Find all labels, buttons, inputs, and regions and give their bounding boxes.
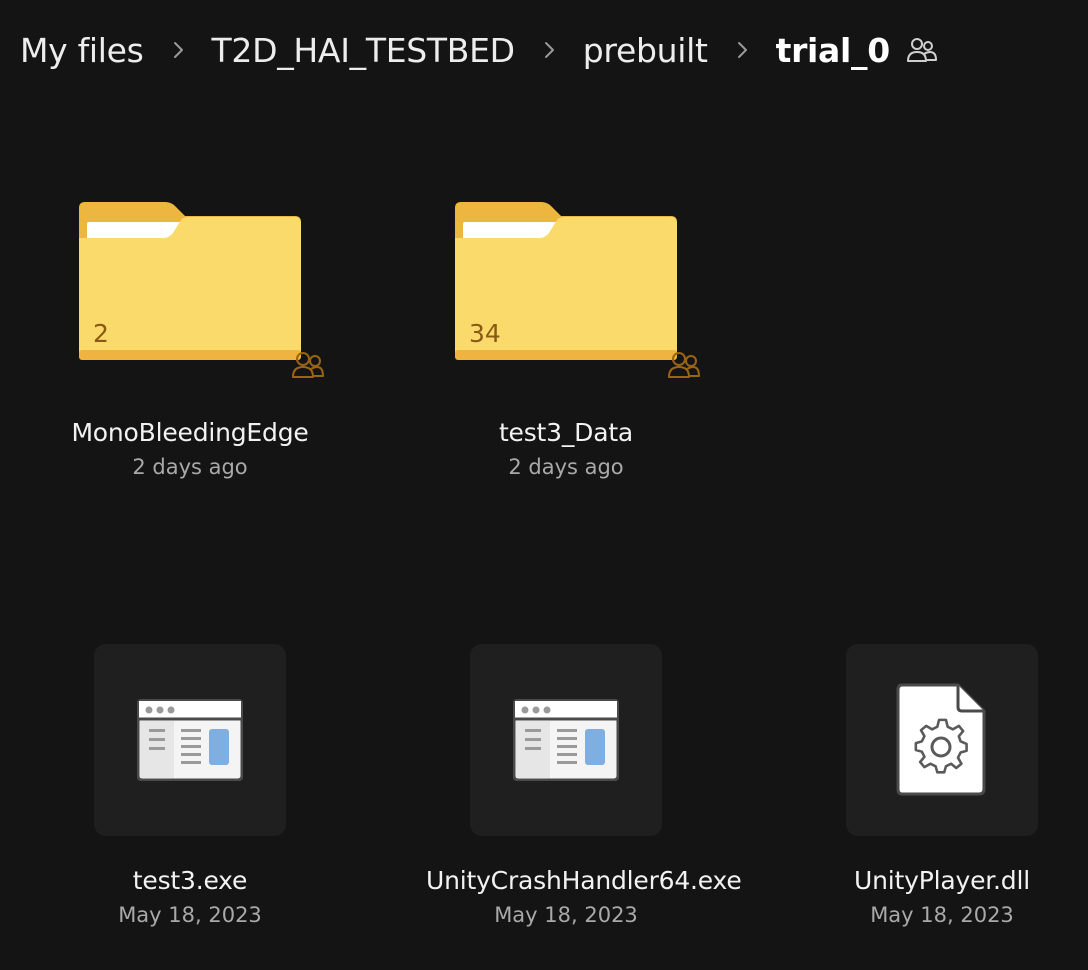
- shared-people-icon: [906, 36, 938, 64]
- file-name: UnityPlayer.dll: [854, 866, 1030, 895]
- app-window-icon: [513, 699, 619, 781]
- breadcrumb-my-files[interactable]: My files: [20, 31, 144, 70]
- file-modified: May 18, 2023: [118, 903, 262, 927]
- file-modified: May 18, 2023: [870, 903, 1014, 927]
- breadcrumb-t2d-hai-testbed[interactable]: T2D_HAI_TESTBED: [212, 31, 516, 70]
- settings-file-icon: [896, 683, 986, 796]
- file-thumbnail: [846, 644, 1038, 836]
- breadcrumb-prebuilt[interactable]: prebuilt: [583, 31, 708, 70]
- file-tile-unitycrashhandler64-exe[interactable]: UnityCrashHandler64.exe May 18, 2023: [426, 644, 742, 927]
- breadcrumb: My files T2D_HAI_TESTBED prebuilt trial_…: [20, 24, 938, 76]
- chevron-right-icon: [708, 41, 776, 59]
- breadcrumb-trial-0: trial_0: [775, 30, 891, 70]
- folder-tile-monobleedingedge[interactable]: 2 MonoBleedingEdge 2 days ago: [50, 200, 330, 479]
- folder-name: test3_Data: [498, 418, 634, 447]
- chevron-right-icon: [515, 41, 583, 59]
- folder-modified: 2 days ago: [508, 455, 624, 479]
- folder-modified: 2 days ago: [132, 455, 248, 479]
- shared-folder-icon: 34: [453, 200, 700, 378]
- file-name: UnityCrashHandler64.exe: [426, 866, 742, 895]
- chevron-right-icon: [144, 41, 212, 59]
- app-window-icon: [137, 699, 243, 781]
- folder-item-count: 34: [469, 319, 501, 348]
- folder-name: MonoBleedingEdge: [71, 418, 309, 447]
- file-thumbnail: [470, 644, 662, 836]
- folder-tile-test3-data[interactable]: 34 test3_Data 2 days ago: [426, 200, 706, 479]
- file-tile-test3-exe[interactable]: test3.exe May 18, 2023: [50, 644, 330, 927]
- file-modified: May 18, 2023: [494, 903, 638, 927]
- folder-item-count: 2: [93, 319, 109, 348]
- file-thumbnail: [94, 644, 286, 836]
- shared-folder-icon: 2: [77, 200, 324, 378]
- file-tile-unityplayer-dll[interactable]: UnityPlayer.dll May 18, 2023: [802, 644, 1082, 927]
- file-name: test3.exe: [132, 866, 248, 895]
